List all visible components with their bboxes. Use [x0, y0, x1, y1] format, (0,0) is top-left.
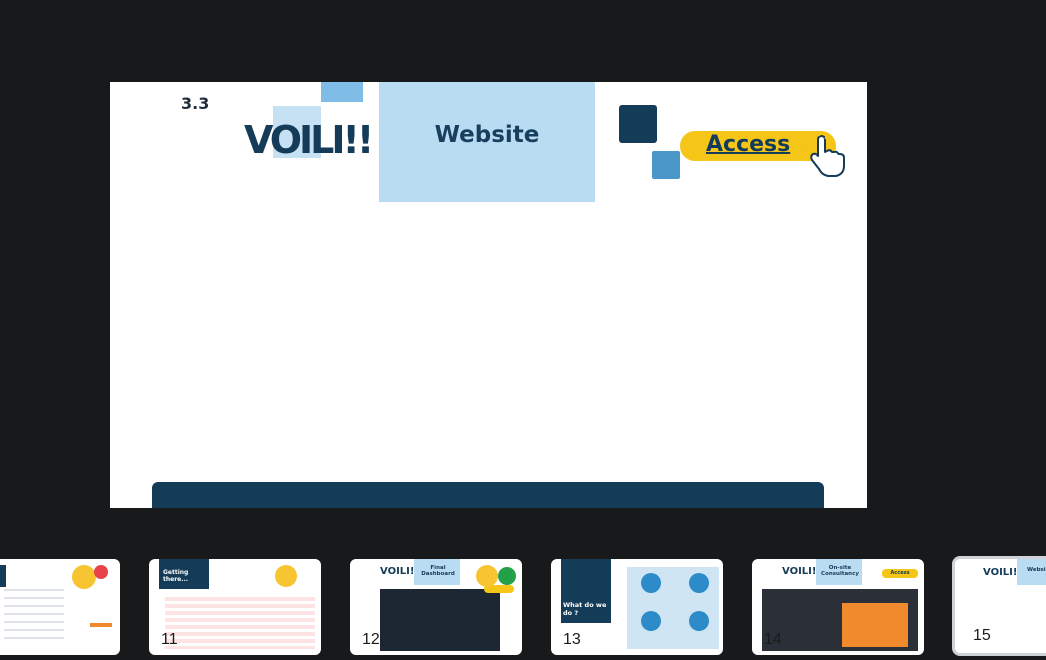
access-button-label: Access	[706, 132, 791, 157]
decor-square	[652, 151, 680, 179]
thumb-title: Getting there...	[163, 569, 189, 583]
decor-square	[321, 82, 363, 102]
thumb-number: 13	[563, 631, 581, 648]
slide-thumbnail-12[interactable]: VOILI!! Final Dashboard 12	[350, 559, 522, 655]
arrow-icon	[90, 623, 112, 627]
tool-icon	[641, 611, 661, 631]
check-icon	[641, 573, 661, 593]
thumb-number: 15	[973, 627, 991, 644]
thumb-header	[0, 565, 6, 587]
thumb-title: Final Dashboard	[421, 565, 455, 577]
slide-thumbnail[interactable]	[0, 559, 120, 655]
cross-icon	[94, 565, 108, 579]
slide-thumbnail-14[interactable]: VOILI!! On-site Consultancy Access 14	[752, 559, 924, 655]
dashboard-preview	[380, 589, 500, 651]
chart-icon	[689, 611, 709, 631]
thumb-number: 11	[161, 631, 178, 648]
thumb-title: Websi	[1027, 567, 1046, 573]
check-icon	[689, 573, 709, 593]
decor-square	[619, 105, 657, 143]
slide-thumbnail-11[interactable]: Getting there... 11	[149, 559, 321, 655]
preview-accent	[842, 603, 908, 647]
check-icon	[498, 567, 516, 585]
logo-text: VOILI!!	[244, 118, 374, 162]
footer-bar	[152, 482, 824, 508]
thumb-title: What do we do ?	[563, 601, 607, 617]
slide-thumbnail-13[interactable]: What do we do ? 13	[551, 559, 723, 655]
slide-title: Website	[434, 122, 540, 148]
emoji-icon	[72, 565, 96, 589]
table-preview	[165, 597, 315, 649]
thinking-emoji-icon	[275, 565, 297, 587]
access-mini-button: Access	[882, 569, 918, 578]
slide-thumbnail-15[interactable]: VOILI!! Websi 15	[952, 556, 1046, 656]
section-number: 3.3	[181, 94, 210, 113]
thumb-number: 12	[362, 631, 380, 648]
pointer-hand-icon	[806, 132, 845, 177]
title-box: Website	[379, 82, 595, 202]
thumb-title: On-site Consultancy	[821, 565, 859, 577]
emoji-icon	[476, 565, 498, 587]
slide-canvas[interactable]: 3.3 VOILI!! Website Access	[110, 82, 867, 508]
thumb-number: 14	[764, 631, 782, 648]
